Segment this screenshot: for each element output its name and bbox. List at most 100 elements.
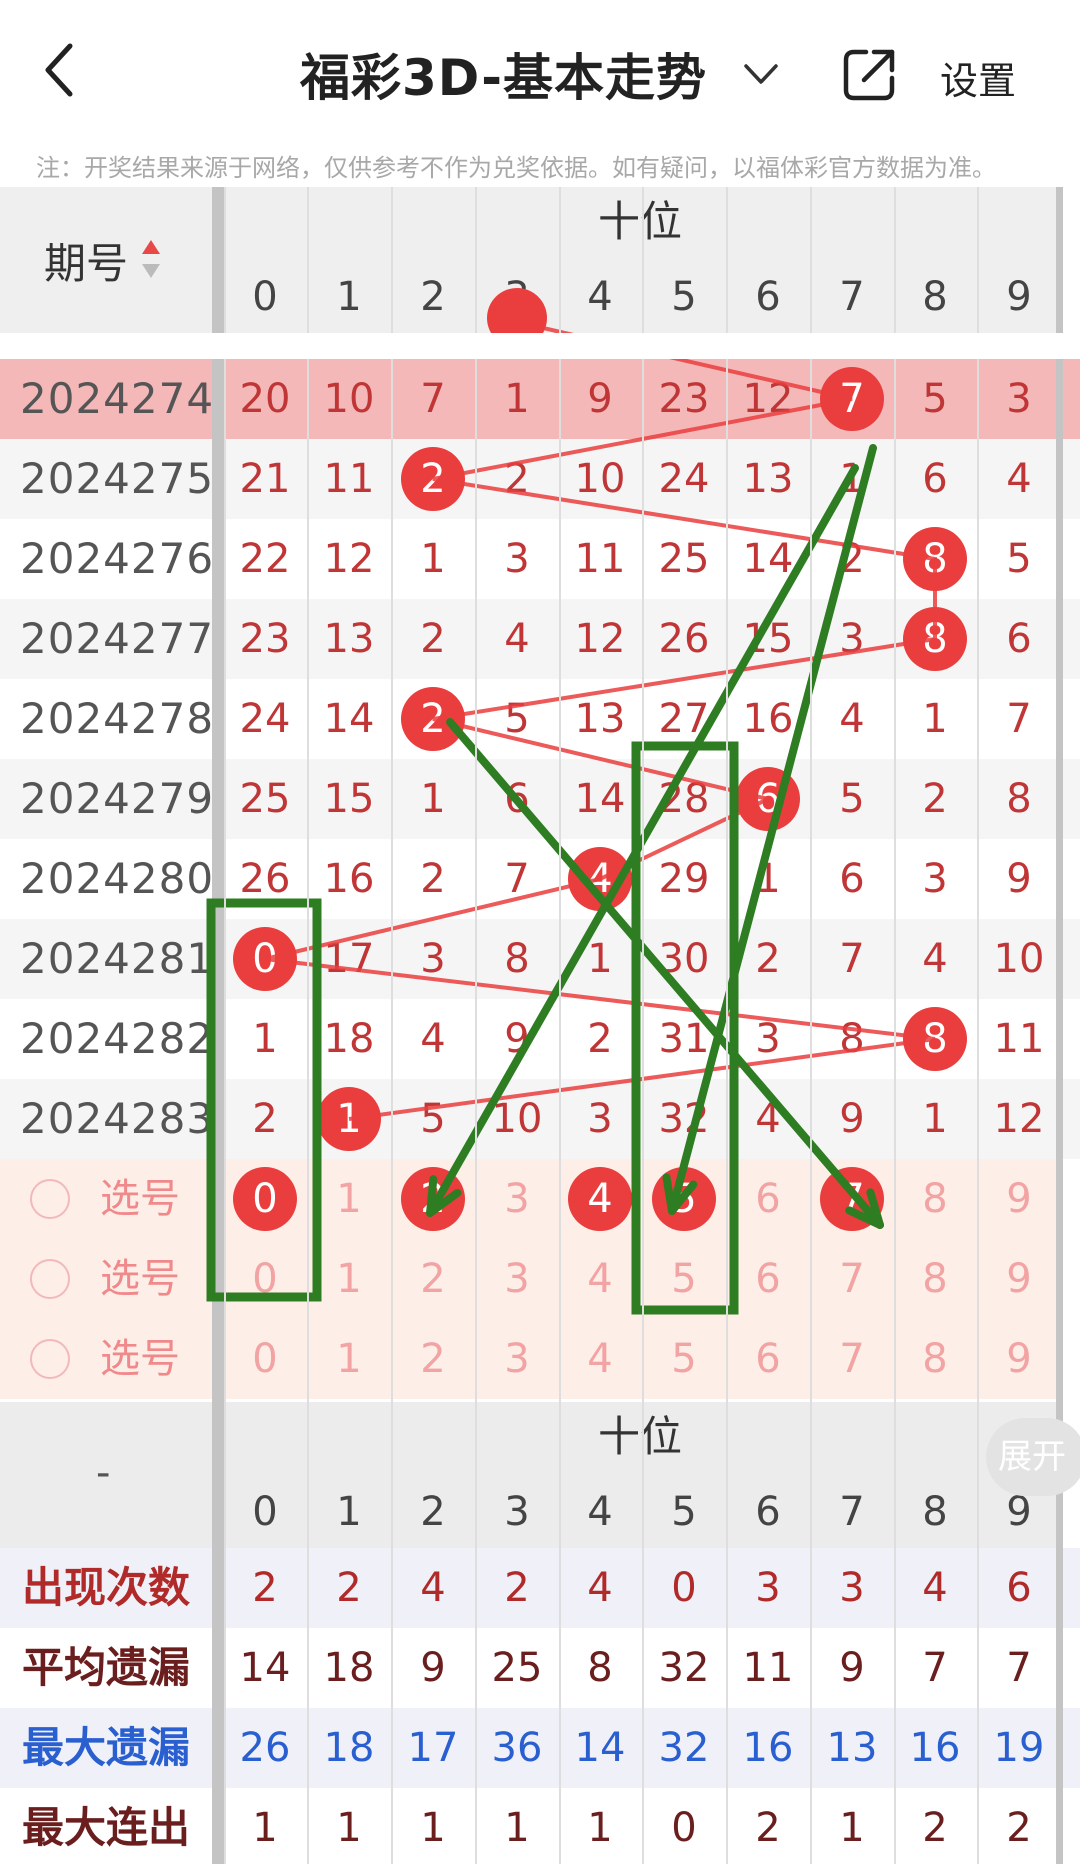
- omission-cell: 18: [323, 1016, 375, 1062]
- page-title[interactable]: 福彩3D-基本走势: [300, 38, 707, 110]
- grid-divider: [641, 187, 644, 1864]
- omission-cell: 5: [839, 776, 865, 822]
- selector-digit[interactable]: 0: [224, 1239, 307, 1319]
- omission-cell: 28: [658, 776, 710, 822]
- selector-radio[interactable]: [30, 1179, 70, 1219]
- selector-digit[interactable]: 5: [643, 1239, 726, 1319]
- stats-value: 4: [420, 1565, 446, 1611]
- selector-digit[interactable]: 9: [978, 1159, 1061, 1239]
- selector-digit[interactable]: 9: [978, 1319, 1061, 1399]
- stats-value: 2: [1006, 1805, 1032, 1851]
- selector-digit[interactable]: 4: [559, 1239, 642, 1319]
- settings-button[interactable]: 设置: [940, 50, 1016, 105]
- selector-digit[interactable]: 4: [559, 1319, 642, 1399]
- period-header-label[interactable]: 期号: [44, 230, 128, 291]
- stats-value: 16: [742, 1725, 794, 1771]
- stats-value: 7: [922, 1645, 948, 1691]
- selected-digit-ball[interactable]: 4: [568, 1167, 632, 1231]
- digit-header-6: 6: [755, 274, 781, 320]
- selector-digit[interactable]: 9: [978, 1239, 1061, 1319]
- omission-cell: 27: [658, 696, 710, 742]
- stats-header: 十位 0123456789: [224, 1402, 1056, 1548]
- selector-digit[interactable]: 1: [308, 1319, 391, 1399]
- digit-header-8: 8: [922, 1489, 948, 1535]
- selector-digit[interactable]: 2: [392, 1319, 475, 1399]
- stats-value: 9: [839, 1645, 865, 1691]
- selector-digit[interactable]: 7: [811, 1239, 894, 1319]
- stats-row: 出现次数 2 2 4 2 4 0 3 3 4 6: [0, 1548, 1080, 1628]
- chevron-down-icon[interactable]: [742, 60, 780, 88]
- digit-header-1: 1: [336, 274, 362, 320]
- selector-digit[interactable]: 8: [894, 1319, 977, 1399]
- selector-digit[interactable]: 3: [476, 1239, 559, 1319]
- grid-divider: [976, 187, 979, 1864]
- grid-divider: [809, 187, 812, 1864]
- selector-digit[interactable]: 0: [224, 1319, 307, 1399]
- omission-cell: 4: [755, 1096, 781, 1142]
- selector-radio[interactable]: [30, 1259, 70, 1299]
- selector-digit[interactable]: 6: [727, 1239, 810, 1319]
- back-arrow-icon[interactable]: [40, 40, 84, 100]
- stats-value: 2: [504, 1565, 530, 1611]
- omission-cell: 8: [504, 936, 530, 982]
- grid-divider: [306, 187, 309, 1864]
- selector-digit[interactable]: 7: [811, 1319, 894, 1399]
- stats-value: 19: [993, 1725, 1045, 1771]
- omission-cell: 9: [587, 376, 613, 422]
- omission-cell: 29: [658, 856, 710, 902]
- share-icon[interactable]: [840, 46, 898, 104]
- digit-header-row: 0 1 2 3 4 5 6 7 8 9: [224, 261, 1056, 333]
- hit-ball: 6: [736, 767, 800, 831]
- omission-cell: 6: [1006, 616, 1032, 662]
- selected-digit-ball[interactable]: 7: [820, 1167, 884, 1231]
- sort-icon[interactable]: [140, 238, 162, 280]
- hit-ball: 2: [401, 447, 465, 511]
- selector-digit[interactable]: 8: [894, 1159, 977, 1239]
- selected-digit-ball[interactable]: 2: [401, 1167, 465, 1231]
- omission-cell: 23: [658, 376, 710, 422]
- omission-cell: 15: [742, 616, 794, 662]
- selector-digit[interactable]: 1: [308, 1159, 391, 1239]
- selector-digit[interactable]: 5: [643, 1319, 726, 1399]
- selected-digit-ball[interactable]: 0: [233, 1167, 297, 1231]
- omission-cell: 12: [323, 536, 375, 582]
- selector-digit[interactable]: 1: [308, 1239, 391, 1319]
- selector-label[interactable]: 选号: [100, 1159, 180, 1239]
- hit-ball: 8: [903, 527, 967, 591]
- omission-cell: 4: [922, 936, 948, 982]
- omission-cell: 22: [239, 536, 291, 582]
- selector-radio[interactable]: [30, 1339, 70, 1379]
- selector-label[interactable]: 选号: [100, 1239, 180, 1319]
- omission-cell: 4: [420, 1016, 446, 1062]
- grid-divider: [390, 187, 393, 1864]
- stats-value: 13: [826, 1725, 878, 1771]
- omission-cell: 7: [420, 376, 446, 422]
- omission-cell: 3: [922, 856, 948, 902]
- selected-digit-ball[interactable]: 5: [652, 1167, 716, 1231]
- selector-digit[interactable]: 3: [476, 1159, 559, 1239]
- selector-digit[interactable]: 8: [894, 1239, 977, 1319]
- column-divider-left: [212, 187, 224, 1864]
- omission-cell: 13: [574, 696, 626, 742]
- omission-cell: 1: [420, 536, 446, 582]
- stats-value: 16: [909, 1725, 961, 1771]
- selector-label[interactable]: 选号: [100, 1319, 180, 1399]
- hit-ball: 4: [568, 847, 632, 911]
- omission-cell: 1: [922, 1096, 948, 1142]
- selector-digit[interactable]: 6: [727, 1319, 810, 1399]
- section-label: 十位: [597, 197, 682, 246]
- selector-digit[interactable]: 6: [727, 1159, 810, 1239]
- selector-digit[interactable]: 3: [476, 1319, 559, 1399]
- omission-cell: 16: [323, 856, 375, 902]
- hit-ball: 1: [317, 1087, 381, 1151]
- stats-value: 18: [323, 1645, 375, 1691]
- omission-cell: 12: [993, 1096, 1045, 1142]
- stats-value: 7: [1006, 1645, 1032, 1691]
- omission-cell: 25: [658, 536, 710, 582]
- digit-header-5: 5: [671, 274, 697, 320]
- expand-button[interactable]: 展开: [986, 1418, 1080, 1496]
- stats-value: 14: [574, 1725, 626, 1771]
- omission-cell: 6: [504, 776, 530, 822]
- omission-cell: 5: [1006, 536, 1032, 582]
- selector-digit[interactable]: 2: [392, 1239, 475, 1319]
